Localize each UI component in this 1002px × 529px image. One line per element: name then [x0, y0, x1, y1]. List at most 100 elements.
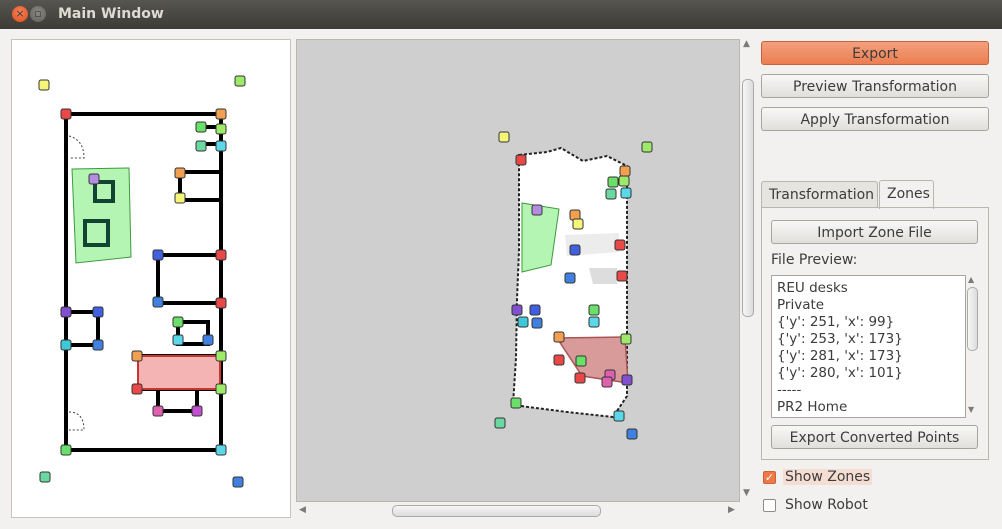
floor-plan-marker[interactable] — [215, 249, 227, 261]
map-marker[interactable] — [574, 372, 586, 384]
map-marker[interactable] — [588, 316, 600, 328]
tab-zones[interactable]: Zones — [879, 180, 934, 209]
floor-plan-marker[interactable] — [60, 339, 72, 351]
apply-transformation-button[interactable]: Apply Transformation — [761, 107, 989, 131]
map-scan-drawing — [494, 131, 653, 440]
show-zones-label[interactable]: Show Zones — [783, 469, 873, 485]
map-marker[interactable] — [616, 270, 628, 282]
scroll-down-icon[interactable]: ▼ — [743, 488, 750, 498]
tab-transformation[interactable]: Transformation — [761, 181, 878, 208]
map-marker[interactable] — [626, 428, 638, 440]
scroll-left-icon[interactable]: ◀ — [299, 505, 306, 515]
map-marker[interactable] — [494, 417, 506, 429]
floor-plan-marker[interactable] — [152, 296, 164, 308]
floor-plan-marker[interactable] — [131, 350, 143, 362]
floor-plan-marker[interactable] — [215, 383, 227, 395]
map-vertical-scrollbar[interactable]: ▲ ▼ — [740, 39, 755, 502]
floor-plan-marker[interactable] — [215, 108, 227, 120]
map-marker[interactable] — [569, 244, 581, 256]
preview-line: {'y': 251, 'x': 99} — [777, 314, 895, 330]
import-zone-file-button[interactable]: Import Zone File — [771, 220, 978, 244]
floor-plan-marker[interactable] — [174, 192, 186, 204]
maximize-icon[interactable]: ▫ — [30, 6, 46, 22]
map-marker[interactable] — [641, 141, 653, 153]
show-zones-checkbox[interactable]: ✓ — [763, 471, 776, 484]
map-marker[interactable] — [553, 331, 565, 343]
map-marker[interactable] — [572, 218, 584, 230]
file-preview-textbox[interactable]: REU desks Private {'y': 251, 'x': 99} {'… — [771, 275, 966, 418]
floor-plan-marker[interactable] — [215, 140, 227, 152]
floor-plan-marker[interactable] — [60, 306, 72, 318]
horizontal-scroll-thumb[interactable] — [392, 505, 601, 517]
floor-plan-marker[interactable] — [92, 339, 104, 351]
preview-line: REU desks — [777, 280, 848, 296]
floor-plan-marker[interactable] — [152, 249, 164, 261]
floor-plan-marker[interactable] — [215, 444, 227, 456]
floor-plan-marker[interactable] — [215, 297, 227, 309]
map-marker[interactable] — [614, 239, 626, 251]
map-view[interactable] — [296, 39, 740, 502]
map-marker[interactable] — [618, 175, 630, 187]
floor-plan-marker[interactable] — [174, 167, 186, 179]
map-horizontal-scrollbar[interactable]: ◀ ▶ — [296, 503, 740, 518]
map-marker[interactable] — [605, 188, 617, 200]
map-marker[interactable] — [515, 154, 527, 166]
floor-plan-marker[interactable] — [172, 334, 184, 346]
floor-plan-drawing — [38, 75, 246, 488]
floor-plan-marker[interactable] — [172, 316, 184, 328]
floor-plan-marker[interactable] — [195, 121, 207, 133]
map-marker[interactable] — [588, 304, 600, 316]
floor-plan-marker[interactable] — [92, 306, 104, 318]
floor-plan-marker[interactable] — [131, 383, 143, 395]
vertical-scroll-thumb[interactable] — [742, 79, 754, 317]
scroll-up-icon[interactable]: ▲ — [743, 39, 750, 49]
floor-plan-marker[interactable] — [39, 471, 51, 483]
scroll-up-icon[interactable]: ▲ — [968, 275, 974, 284]
file-preview-label: File Preview: — [771, 252, 858, 268]
map-marker[interactable] — [607, 176, 619, 188]
map-marker[interactable] — [498, 131, 510, 143]
floor-plan-marker[interactable] — [234, 75, 246, 87]
window-title: Main Window — [58, 6, 164, 22]
preview-transformation-button[interactable]: Preview Transformation — [761, 74, 989, 98]
floor-plan-marker[interactable] — [152, 405, 164, 417]
export-converted-points-button[interactable]: Export Converted Points — [771, 425, 978, 449]
zone-red-polygon — [137, 355, 221, 390]
map-marker[interactable] — [564, 272, 576, 284]
floor-plan-marker[interactable] — [191, 405, 203, 417]
map-marker[interactable] — [553, 354, 565, 366]
floor-plan-marker[interactable] — [60, 444, 72, 456]
map-marker[interactable] — [601, 376, 613, 388]
close-icon[interactable]: × — [12, 6, 28, 22]
map-marker[interactable] — [621, 374, 633, 386]
scroll-right-icon[interactable]: ▶ — [728, 505, 735, 515]
preview-scroll-thumb[interactable] — [967, 287, 978, 351]
map-marker[interactable] — [620, 333, 632, 345]
map-marker[interactable] — [620, 187, 632, 199]
floor-plan-panel[interactable] — [11, 39, 291, 518]
floor-plan-marker[interactable] — [88, 173, 100, 185]
preview-line: {'y': 280, 'x': 101} — [777, 365, 903, 381]
map-marker[interactable] — [531, 204, 543, 216]
floor-plan-marker[interactable] — [38, 79, 50, 91]
map-marker[interactable] — [619, 165, 631, 177]
floor-plan-marker[interactable] — [60, 108, 72, 120]
preview-line: ----- — [777, 382, 802, 398]
scroll-down-icon[interactable]: ▼ — [968, 405, 974, 414]
show-robot-checkbox[interactable] — [763, 499, 776, 512]
map-marker[interactable] — [575, 355, 587, 367]
floor-plan-marker[interactable] — [215, 350, 227, 362]
map-marker[interactable] — [511, 304, 523, 316]
floor-plan-marker[interactable] — [202, 334, 214, 346]
map-marker[interactable] — [613, 410, 625, 422]
preview-scrollbar[interactable]: ▲ ▼ — [965, 275, 979, 416]
show-robot-label[interactable]: Show Robot — [785, 497, 868, 513]
export-button[interactable]: Export — [761, 41, 989, 65]
floor-plan-marker[interactable] — [232, 476, 244, 488]
map-marker[interactable] — [531, 317, 543, 329]
map-marker[interactable] — [510, 397, 522, 409]
floor-plan-marker[interactable] — [195, 140, 207, 152]
floor-plan-marker[interactable] — [215, 123, 227, 135]
map-marker[interactable] — [529, 304, 541, 316]
map-marker[interactable] — [517, 316, 529, 328]
